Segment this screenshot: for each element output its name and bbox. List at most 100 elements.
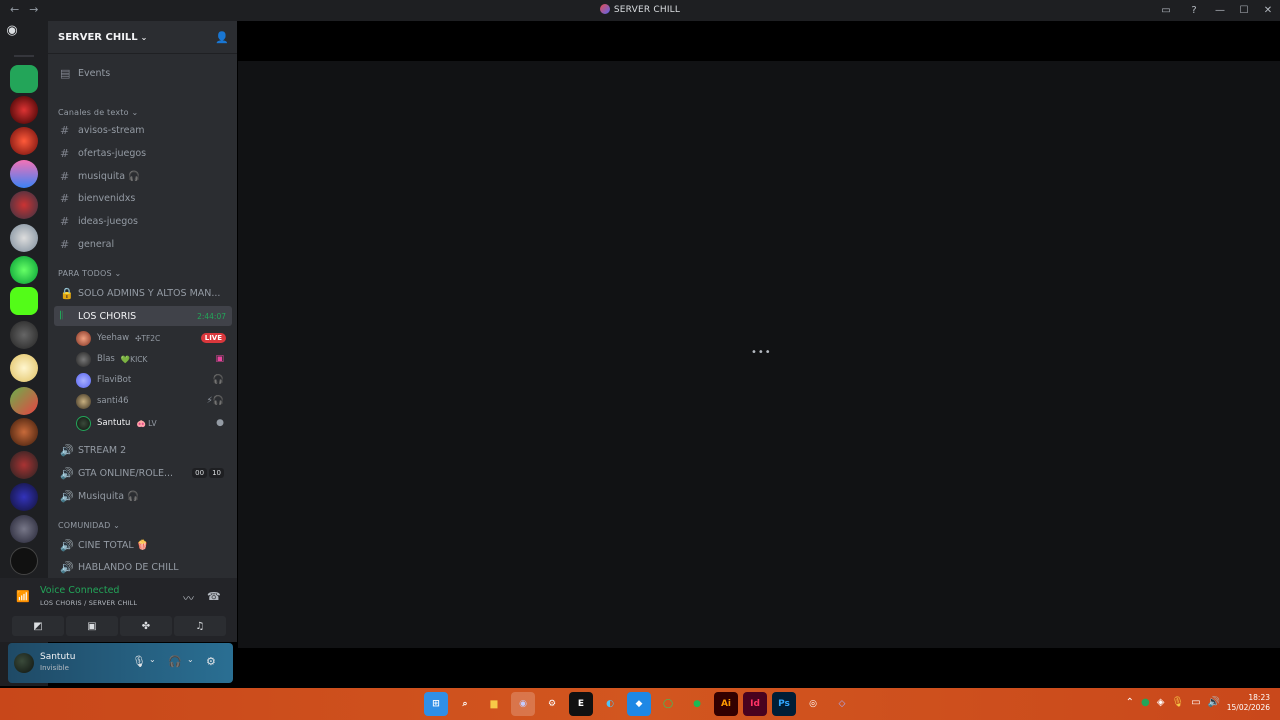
disconnect-icon[interactable]: ☎ [207, 590, 221, 603]
server-icon-12[interactable] [10, 418, 38, 446]
server-icon [599, 4, 610, 14]
photoshop-icon[interactable]: Ps [772, 692, 796, 716]
category-text-channels[interactable]: Canales de texto ⌄ [58, 108, 138, 117]
server-icon-9[interactable] [10, 321, 38, 349]
headphones-icon[interactable]: 🎧 [168, 655, 182, 668]
server-icon-3[interactable] [10, 127, 38, 155]
start-windows-icon[interactable]: ⊞ [424, 692, 448, 716]
volume-icon[interactable]: 🔊 [1208, 697, 1220, 708]
microphone-icon[interactable]: 🎙 [132, 655, 146, 668]
indesign-icon[interactable]: Id [743, 692, 767, 716]
maximize-button[interactable]: ☐ [1232, 0, 1256, 21]
network-icon[interactable]: ▭ [1191, 697, 1200, 708]
voice-channel-stream-2[interactable]: 🔊 STREAM 2 [54, 440, 232, 460]
epic-games-icon[interactable]: E [569, 692, 593, 716]
screen-share-button[interactable]: ▣ [66, 616, 118, 636]
soundboard-icon: ♫ [195, 620, 205, 632]
avatar[interactable] [14, 653, 34, 673]
channel-label: general [78, 238, 115, 250]
app-icon[interactable]: ◆ [627, 692, 651, 716]
obs-icon[interactable]: ◎ [801, 692, 825, 716]
noise-suppression-icon[interactable]: 〰 [183, 590, 194, 606]
system-clock[interactable]: 18:23 15/02/2026 [1227, 693, 1270, 713]
server-icon-6[interactable] [10, 224, 38, 252]
server-icon-4[interactable] [10, 160, 38, 188]
whatsapp-icon[interactable]: ◯ [656, 692, 680, 716]
chevron-down-icon[interactable]: ⌄ [187, 655, 194, 664]
channel-general[interactable]: # general [54, 234, 232, 254]
channel-musiquita[interactable]: # musiquita 🎧 [54, 166, 232, 186]
channel-ofertas-juegos[interactable]: # ofertas-juegos [54, 143, 232, 163]
tray-app-icon[interactable]: ● [1141, 697, 1150, 708]
inbox-icon[interactable]: ▭ [1152, 0, 1180, 21]
camera-button[interactable]: ◩ [12, 616, 64, 636]
server-icon-16[interactable] [10, 547, 38, 575]
microphone-icon[interactable]: 🎙 [1171, 697, 1184, 708]
server-icon-7[interactable] [10, 256, 38, 284]
channel-avisos-stream[interactable]: # avisos-stream [54, 120, 232, 140]
search-icon[interactable]: ⌕ [453, 692, 477, 716]
voice-channel-gta[interactable]: 🔊 GTA ONLINE/ROLE... 00 10 [54, 463, 232, 483]
channel-solo-admins[interactable]: 🔒 SOLO ADMINS Y ALTOS MAN... [54, 283, 232, 303]
illustrator-icon[interactable]: Ai [714, 692, 738, 716]
voice-channel-los-choris[interactable]: 𝄃 LOS CHORIS 2:44:07 [54, 306, 232, 326]
chevron-up-icon[interactable]: ⌃ [1126, 697, 1134, 708]
hashtag-icon: # [60, 123, 70, 137]
hashtag-icon: # [60, 146, 70, 160]
user-tag: 💚KICK [120, 354, 148, 364]
voice-timer: 2:44:07 [197, 311, 226, 321]
voice-user[interactable]: FlaviBot 🎧 [76, 370, 232, 390]
events-item[interactable]: ▤ Events [54, 63, 232, 83]
voice-user[interactable]: Blas 💚KICK ▣ [76, 349, 232, 369]
app-icon[interactable]: ◇ [830, 692, 854, 716]
kick-server-icon[interactable] [10, 287, 38, 315]
speaker-icon: 🔊 [60, 489, 74, 503]
help-icon[interactable]: ? [1180, 0, 1208, 21]
voice-channel-hablando[interactable]: 🔊 HABLANDO DE CHILL [54, 557, 232, 577]
server-icon-11[interactable] [10, 387, 38, 415]
voice-user[interactable]: Santutu 🐽 LV ● [76, 413, 232, 433]
soundboard-button[interactable]: ♫ [174, 616, 226, 636]
channel-bienvenidxs[interactable]: # bienvenidxs [54, 188, 232, 208]
server-icon-5[interactable] [10, 191, 38, 219]
channel-label: STREAM 2 [78, 444, 127, 456]
user-name[interactable]: Santutu [40, 652, 75, 662]
voice-location[interactable]: LOS CHORIS / SERVER CHILL [40, 599, 137, 607]
hashtag-icon: # [60, 237, 70, 251]
server-icon-2[interactable] [10, 96, 38, 124]
activities-button[interactable]: ✤ [120, 616, 172, 636]
channel-label: CINE TOTAL 🍿 [78, 539, 149, 551]
server-icon-1[interactable] [10, 65, 38, 93]
stream-top-bar [238, 21, 1280, 61]
server-icon-13[interactable] [10, 451, 38, 479]
channel-ideas-juegos[interactable]: # ideas-juegos [54, 211, 232, 231]
invite-people-icon[interactable]: 👤 [215, 31, 229, 44]
gear-icon[interactable]: ⚙ [206, 655, 216, 668]
server-icon-14[interactable] [10, 483, 38, 511]
close-button[interactable]: ✕ [1256, 0, 1280, 21]
server-header[interactable]: SERVER CHILL ⌄ 👤 [48, 21, 237, 54]
category-comunidad[interactable]: COMUNIDAD ⌄ [58, 521, 120, 530]
edge-browser-icon[interactable]: ◐ [598, 692, 622, 716]
category-para-todos[interactable]: PARA TODOS ⌄ [58, 269, 121, 278]
user-status: Invisible [40, 664, 69, 672]
voice-user[interactable]: santi46 ⚡🎧 [76, 391, 232, 411]
server-icon-15[interactable] [10, 515, 38, 543]
discord-app-icon[interactable]: ◉ [511, 692, 535, 716]
voice-channel-cine-total[interactable]: 🔊 CINE TOTAL 🍿 [54, 535, 232, 555]
lock-icon: 🔒 [60, 286, 74, 300]
tray-app-icon[interactable]: ◈ [1157, 697, 1165, 708]
voice-user[interactable]: Yeehaw ✣TF2C LIVE [76, 328, 232, 348]
minimize-button[interactable]: — [1208, 0, 1232, 21]
speaker-icon: 🔊 [60, 443, 74, 457]
spotify-icon[interactable]: ● [685, 692, 709, 716]
chevron-down-icon[interactable]: ⌄ [149, 655, 156, 664]
channel-label: GTA ONLINE/ROLE... [78, 467, 174, 479]
voice-channel-musiquita[interactable]: 🔊 Musiquita 🎧 [54, 486, 232, 506]
steam-icon[interactable]: ⚙ [540, 692, 564, 716]
server-icon-10[interactable] [10, 354, 38, 382]
signal-icon[interactable]: 📶 [16, 590, 30, 603]
discord-home-icon[interactable]: ◉ [0, 21, 24, 39]
window-titlebar: ← → SERVER CHILL ▭ ? — ☐ ✕ [0, 0, 1280, 21]
file-explorer-icon[interactable]: ▆ [482, 692, 506, 716]
